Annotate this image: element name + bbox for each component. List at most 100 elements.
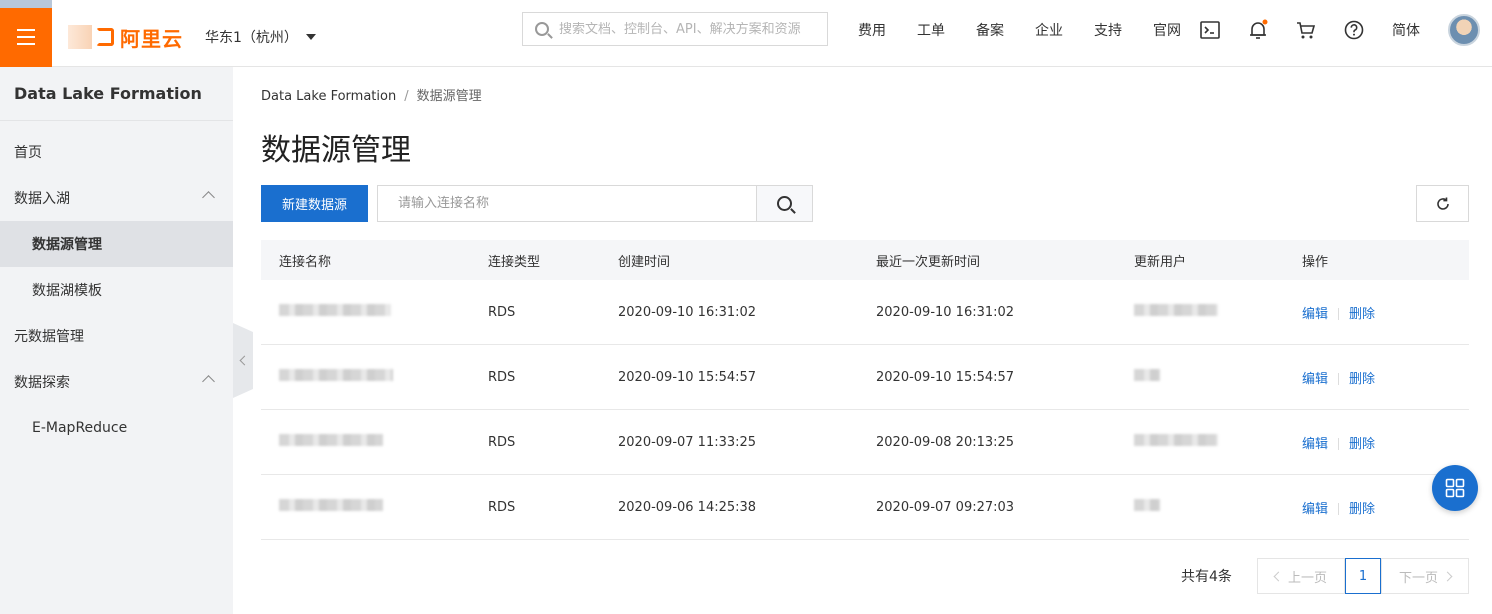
refresh-icon: [1436, 197, 1449, 210]
cell-user: [1134, 434, 1302, 450]
top-icons: [1198, 0, 1390, 59]
cell-actions: 编辑 删除: [1302, 433, 1469, 452]
chevron-up-icon: [202, 191, 215, 204]
cell-actions: 编辑 删除: [1302, 368, 1469, 387]
link-website[interactable]: 官网: [1153, 20, 1181, 40]
column-header-updated: 最近一次更新时间: [876, 254, 981, 270]
refresh-button[interactable]: [1416, 185, 1469, 222]
redacted-name: [279, 369, 393, 381]
redacted-name: [279, 499, 383, 511]
cell-type: RDS: [488, 499, 516, 515]
redacted-name: [279, 304, 391, 316]
table-row: RDS 2020-09-10 15:54:57 2020-09-10 15:54…: [261, 345, 1469, 410]
sidebar-item-metadata[interactable]: 元数据管理: [0, 313, 233, 359]
global-search-input[interactable]: [559, 21, 819, 37]
sidebar-item-label: 元数据管理: [14, 329, 84, 345]
logo-blur: [68, 25, 92, 49]
sidebar-item-lake-template[interactable]: 数据湖模板: [0, 267, 233, 313]
table-row: RDS 2020-09-06 14:25:38 2020-09-07 09:27…: [261, 475, 1469, 540]
column-header-type: 连接类型: [488, 254, 541, 270]
sidebar-collapse-button[interactable]: [233, 323, 253, 398]
column-header-user: 更新用户: [1134, 254, 1187, 270]
link-tickets[interactable]: 工单: [917, 20, 945, 40]
sidebar-item-home[interactable]: 首页: [0, 129, 233, 175]
sidebar-item-data-ingestion[interactable]: 数据入湖: [0, 175, 233, 221]
terminal-icon[interactable]: [1198, 18, 1222, 42]
delete-link[interactable]: 删除: [1349, 437, 1375, 452]
sidebar-item-label: 数据入湖: [14, 191, 70, 207]
redacted-user: [1134, 369, 1160, 381]
avatar[interactable]: [1448, 14, 1480, 46]
cell-type: RDS: [488, 304, 516, 320]
sidebar: Data Lake Formation 首页 数据入湖 数据源管理 数据湖模板 …: [0, 67, 233, 614]
delete-link[interactable]: 删除: [1349, 502, 1375, 517]
help-icon[interactable]: [1342, 18, 1366, 42]
breadcrumb-current: 数据源管理: [416, 89, 482, 104]
region-selector[interactable]: 华东1（杭州）: [205, 27, 316, 47]
breadcrumb: Data Lake Formation / 数据源管理: [261, 85, 482, 104]
total-count: 共有4条: [1181, 569, 1232, 585]
link-support[interactable]: 支持: [1094, 20, 1122, 40]
delete-link[interactable]: 删除: [1349, 372, 1375, 387]
search-button[interactable]: [756, 185, 813, 222]
redacted-user: [1134, 434, 1218, 446]
bell-icon[interactable]: [1246, 18, 1270, 42]
cell-type: RDS: [488, 369, 516, 385]
cell-created: 2020-09-10 16:31:02: [618, 304, 757, 320]
redacted-user: [1134, 499, 1160, 511]
column-header-name: 连接名称: [279, 254, 332, 270]
language-switch[interactable]: 简体: [1392, 0, 1420, 59]
sidebar-item-label: 首页: [14, 145, 42, 161]
region-label: 华东1（杭州）: [205, 30, 298, 46]
next-page-button[interactable]: 下一页: [1381, 558, 1469, 594]
cell-updated: 2020-09-07 09:27:03: [876, 499, 1015, 515]
edit-link[interactable]: 编辑: [1302, 437, 1328, 452]
menu-icon[interactable]: [0, 7, 52, 67]
sidebar-item-label: 数据源管理: [32, 237, 102, 253]
column-header-created: 创建时间: [618, 254, 671, 270]
top-links: 费用 工单 备案 企业 支持 官网: [858, 0, 1212, 59]
sidebar-item-datasource[interactable]: 数据源管理: [0, 221, 233, 267]
redacted-name: [279, 434, 383, 446]
table-row: RDS 2020-09-07 11:33:25 2020-09-08 20:13…: [261, 410, 1469, 475]
prev-page-button[interactable]: 上一页: [1257, 558, 1345, 594]
cell-updated: 2020-09-10 15:54:57: [876, 369, 1015, 385]
breadcrumb-root[interactable]: Data Lake Formation: [261, 89, 396, 104]
floating-apps-button[interactable]: [1432, 465, 1478, 511]
aliyun-logo[interactable]: 阿里云: [68, 8, 183, 67]
new-datasource-button[interactable]: 新建数据源: [261, 185, 368, 222]
datasource-table: 连接名称 连接类型 创建时间 最近一次更新时间 更新用户 操作 RDS 2020…: [261, 240, 1469, 540]
pagination: 共有4条 上一页 1 下一页: [261, 558, 1469, 594]
edit-link[interactable]: 编辑: [1302, 307, 1328, 322]
cell-name: [261, 434, 488, 450]
cell-updated: 2020-09-10 16:31:02: [876, 304, 1015, 320]
cell-name: [261, 499, 488, 515]
table-row: RDS 2020-09-10 16:31:02 2020-09-10 16:31…: [261, 280, 1469, 345]
edit-link[interactable]: 编辑: [1302, 502, 1328, 517]
sidebar-item-emapreduce[interactable]: E-MapReduce: [0, 405, 233, 451]
cell-created: 2020-09-10 15:54:57: [618, 369, 757, 385]
breadcrumb-separator: /: [404, 89, 409, 104]
logo-text: 阿里云: [120, 26, 183, 51]
search-icon: [777, 196, 792, 211]
caret-down-icon: [305, 34, 316, 40]
connection-name-input[interactable]: [377, 185, 757, 222]
delete-link[interactable]: 删除: [1349, 307, 1375, 322]
link-icp[interactable]: 备案: [976, 20, 1004, 40]
global-search[interactable]: [522, 12, 828, 46]
column-header-actions: 操作: [1302, 254, 1329, 270]
page-number-button[interactable]: 1: [1345, 558, 1381, 594]
cell-actions: 编辑 删除: [1302, 303, 1469, 322]
sidebar-item-label: 数据湖模板: [32, 283, 102, 299]
edit-link[interactable]: 编辑: [1302, 372, 1328, 387]
cart-icon[interactable]: [1294, 18, 1318, 42]
logo-mark-icon: [96, 28, 114, 46]
grid-icon: [1445, 478, 1465, 498]
cell-type: RDS: [488, 434, 516, 450]
link-enterprise[interactable]: 企业: [1035, 20, 1063, 40]
sidebar-item-label: E-MapReduce: [32, 420, 128, 436]
chevron-up-icon: [202, 375, 215, 388]
sidebar-item-data-explore[interactable]: 数据探索: [0, 359, 233, 405]
link-fees[interactable]: 费用: [858, 20, 886, 40]
table-header: 连接名称 连接类型 创建时间 最近一次更新时间 更新用户 操作: [261, 240, 1469, 280]
